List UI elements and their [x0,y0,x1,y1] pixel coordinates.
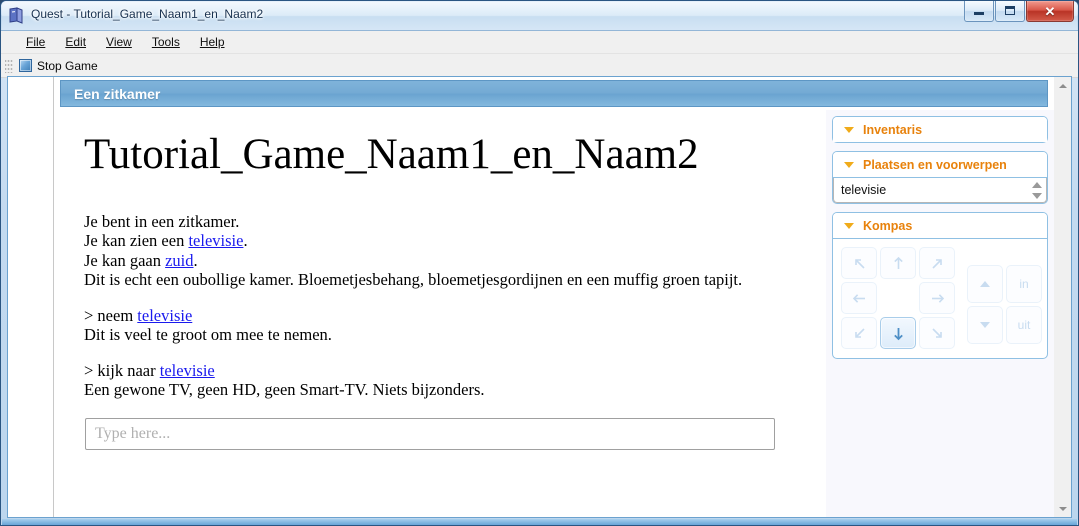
menu-item-tools-label: Tools [151,34,180,49]
menu-item-view-label: View [106,34,132,49]
text-fragment: Je kan zien een [84,231,189,251]
panel-compass-header[interactable]: Kompas [833,213,1047,239]
compass-west-button[interactable] [841,282,877,314]
game-page: Een zitkamer Tutorial_Game_Naam1_en_Naam… [54,77,1054,517]
scroll-up-button[interactable] [1054,77,1071,94]
panel-inventory-header[interactable]: Inventaris [833,117,1047,142]
compass-center-placeholder [880,282,916,314]
transcript-line: Je bent in een zitkamer. [84,211,240,231]
menu-item-help-label: Help [199,34,225,49]
window-controls: ✕ [964,1,1074,22]
menu-item-edit[interactable]: Edit [56,32,95,53]
panel-compass-title: Kompas [863,218,913,233]
minimize-icon [974,12,984,15]
compass-south-button[interactable] [880,317,916,349]
vertical-scrollbar[interactable] [1053,77,1071,517]
stop-game-label: Stop Game [37,58,98,73]
transcript-block-command-look: > kijk naar televisie Een gewone TV, gee… [84,361,826,400]
compass-southeast-button[interactable] [919,317,955,349]
menu-item-help[interactable]: Help [191,32,234,53]
menu-item-file[interactable]: File [17,32,54,53]
listbox-spinner[interactable] [1029,179,1044,201]
spinner-up-icon[interactable] [1031,181,1042,188]
game-client-area: Een zitkamer Tutorial_Game_Naam1_en_Naam… [7,76,1072,518]
compass-north-button[interactable] [880,247,916,279]
compass-direction-grid [841,247,955,349]
transcript-block-room-description: Je bent in een zitkamer. Je kan zien een… [84,212,826,290]
panel-inventory: Inventaris [832,116,1048,143]
compass-in-button[interactable]: in [1006,265,1042,303]
chevron-up-icon [1058,83,1067,88]
transcript-line: > neem televisie [84,306,192,325]
window-title: Quest - Tutorial_Game_Naam1_en_Naam2 [31,7,264,21]
transcript-line: Je kan gaan zuid. [84,251,198,270]
spinner-down-icon[interactable] [1031,192,1042,199]
transcript-line: Je kan zien een televisie. [84,231,248,250]
transcript-line: > kijk naar televisie [84,361,215,380]
compass-southwest-button[interactable] [841,317,877,349]
text-fragment: > kijk naar [84,360,160,380]
transcript-block-command-take: > neem televisie Dit is veel te groot om… [84,306,826,345]
scroll-down-button[interactable] [1054,500,1071,517]
transcript-line: Een gewone TV, geen HD, geen Smart-TV. N… [84,380,485,400]
menu-bar: File Edit View Tools Help [1,31,1078,54]
close-button[interactable]: ✕ [1026,1,1074,22]
compass-body: in uit [833,239,1047,358]
menu-item-tools[interactable]: Tools [143,32,189,53]
panel-places-objects-header[interactable]: Plaatsen en voorwerpen [833,152,1047,178]
transcript-line: Dit is echt een oubollige kamer. Bloemet… [84,270,743,290]
app-window: Quest - Tutorial_Game_Naam1_en_Naam2 ✕ F… [0,0,1079,526]
stop-icon [19,59,32,72]
room-header: Een zitkamer [60,80,1048,107]
list-item[interactable]: televisie [834,178,1046,202]
compass-out-button[interactable]: uit [1006,306,1042,344]
panel-places-objects: Plaatsen en voorwerpen televisie [832,151,1048,204]
panel-compass: Kompas in uit [832,212,1048,359]
maximize-button[interactable] [995,1,1025,22]
compass-extra-buttons: in uit [967,265,1042,344]
menu-item-file-label: File [26,34,46,49]
page-title: Tutorial_Game_Naam1_en_Naam2 [84,131,699,178]
game-browser: Een zitkamer Tutorial_Game_Naam1_en_Naam… [8,77,1054,517]
left-gutter [8,77,54,517]
compass-east-button[interactable] [919,282,955,314]
link-televisie[interactable]: televisie [137,306,192,325]
panel-inventory-title: Inventaris [863,122,923,137]
menu-item-view[interactable]: View [97,32,141,53]
toolbar-grip[interactable] [5,58,13,73]
link-televisie[interactable]: televisie [188,231,243,250]
link-televisie[interactable]: televisie [160,361,215,380]
game-transcript: Je bent in een zitkamer. Je kan zien een… [84,212,826,400]
compass-in-label: in [1019,277,1029,291]
maximize-icon [1005,6,1015,15]
panel-places-objects-title: Plaatsen en voorwerpen [863,157,1007,172]
menu-item-edit-label: Edit [65,34,87,49]
chevron-down-icon [844,161,854,168]
title-bar: Quest - Tutorial_Game_Naam1_en_Naam2 ✕ [1,1,1078,31]
side-panel-column: Inventaris Plaatsen en voorwerpen televi… [826,110,1054,517]
stop-game-button[interactable]: Stop Game [15,58,105,74]
compass-up-button[interactable] [967,265,1003,303]
compass-out-label: uit [1017,318,1031,332]
minimize-button[interactable] [964,1,994,22]
tool-bar: Stop Game [1,54,1078,78]
places-objects-listbox[interactable]: televisie [833,178,1047,203]
text-fragment: . [193,250,198,270]
command-input[interactable] [85,417,775,450]
link-zuid[interactable]: zuid [165,251,193,270]
transcript-column: Tutorial_Game_Naam1_en_Naam2 Je bent in … [60,110,826,517]
text-fragment: Je kan gaan [84,250,166,270]
text-fragment: . [243,231,248,251]
compass-northeast-button[interactable] [919,247,955,279]
compass-down-button[interactable] [967,306,1003,344]
quest-app-icon [8,7,25,24]
chevron-down-icon [844,222,854,229]
text-fragment: > neem [84,305,138,325]
chevron-down-icon [1058,506,1067,511]
chevron-down-icon [844,126,854,133]
transcript-line: Dit is veel te groot om mee te nemen. [84,325,332,345]
window-bottom-edge [2,519,1077,525]
close-icon: ✕ [1044,4,1056,19]
compass-northwest-button[interactable] [841,247,877,279]
